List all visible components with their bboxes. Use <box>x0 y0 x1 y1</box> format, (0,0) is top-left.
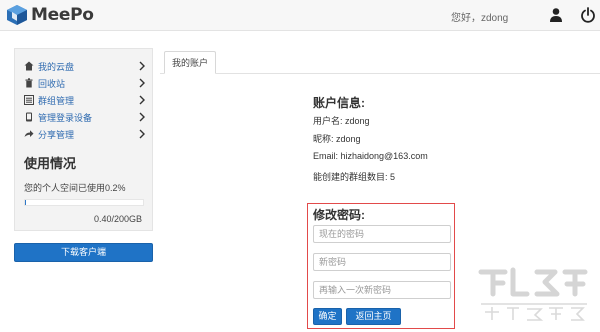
app-name: MeePo <box>31 5 94 25</box>
new-password-input[interactable] <box>313 253 451 271</box>
current-password-input[interactable] <box>313 225 451 243</box>
chevron-right-icon <box>139 129 145 139</box>
group-quota-text: 能创建的群组数目: 5 <box>313 172 396 182</box>
group-icon <box>24 95 34 105</box>
sidebar-item-label: 管理登录设备 <box>38 112 93 123</box>
power-icon[interactable] <box>580 7 596 23</box>
usage-amount: 0.40/200GB <box>93 214 142 224</box>
sidebar-item-recycle-bin[interactable]: 回收站 <box>24 76 146 90</box>
account-info-title: 账户信息: <box>313 96 365 110</box>
usage-description: 您的个人空间已使用0.2% <box>24 183 126 193</box>
sidebar-item-share-management[interactable]: 分享管理 <box>24 127 146 141</box>
tab-my-account[interactable]: 我的账户 <box>164 51 216 74</box>
sidebar: 我的云盘 回收站 群组管理 管理登录设备 分享管理 使用情况 您的个人空间已使用… <box>14 48 153 231</box>
download-client-button[interactable]: 下载客户端 <box>14 243 153 262</box>
confirm-password-input[interactable] <box>313 281 451 299</box>
chevron-right-icon <box>139 78 145 88</box>
user-greeting: 您好，zdong <box>451 13 509 24</box>
username-text: 用户名: zdong <box>313 116 370 126</box>
home-icon <box>24 61 34 71</box>
return-home-button[interactable]: 返回主页 <box>346 308 401 325</box>
usage-title: 使用情况 <box>24 156 77 171</box>
sidebar-item-label: 我的云盘 <box>38 61 75 72</box>
nickname-text: 昵称: zdong <box>313 134 361 144</box>
usage-progress-bar <box>24 199 144 206</box>
sidebar-item-label: 分享管理 <box>38 129 75 140</box>
chevron-right-icon <box>139 95 145 105</box>
user-icon[interactable] <box>548 7 564 23</box>
share-icon <box>24 130 34 137</box>
change-password-title: 修改密码: <box>313 208 365 222</box>
sidebar-item-login-devices[interactable]: 管理登录设备 <box>24 110 146 124</box>
tab-divider <box>160 73 600 74</box>
meepo-logo-icon <box>7 5 27 25</box>
device-icon <box>26 112 32 122</box>
watermark-logo <box>478 267 588 321</box>
chevron-right-icon <box>139 112 145 122</box>
app-logo[interactable]: MeePo <box>6 4 94 26</box>
sidebar-item-group-management[interactable]: 群组管理 <box>24 93 146 107</box>
chevron-right-icon <box>139 61 145 71</box>
sidebar-item-label: 回收站 <box>38 78 66 89</box>
trash-icon <box>25 78 33 88</box>
top-bar: MeePo 您好，zdong <box>0 0 600 31</box>
confirm-button[interactable]: 确定 <box>313 308 342 325</box>
sidebar-item-label: 群组管理 <box>38 95 75 106</box>
email-text: Email: hizhaidong@163.com <box>313 151 428 161</box>
sidebar-item-my-drive[interactable]: 我的云盘 <box>24 59 146 73</box>
